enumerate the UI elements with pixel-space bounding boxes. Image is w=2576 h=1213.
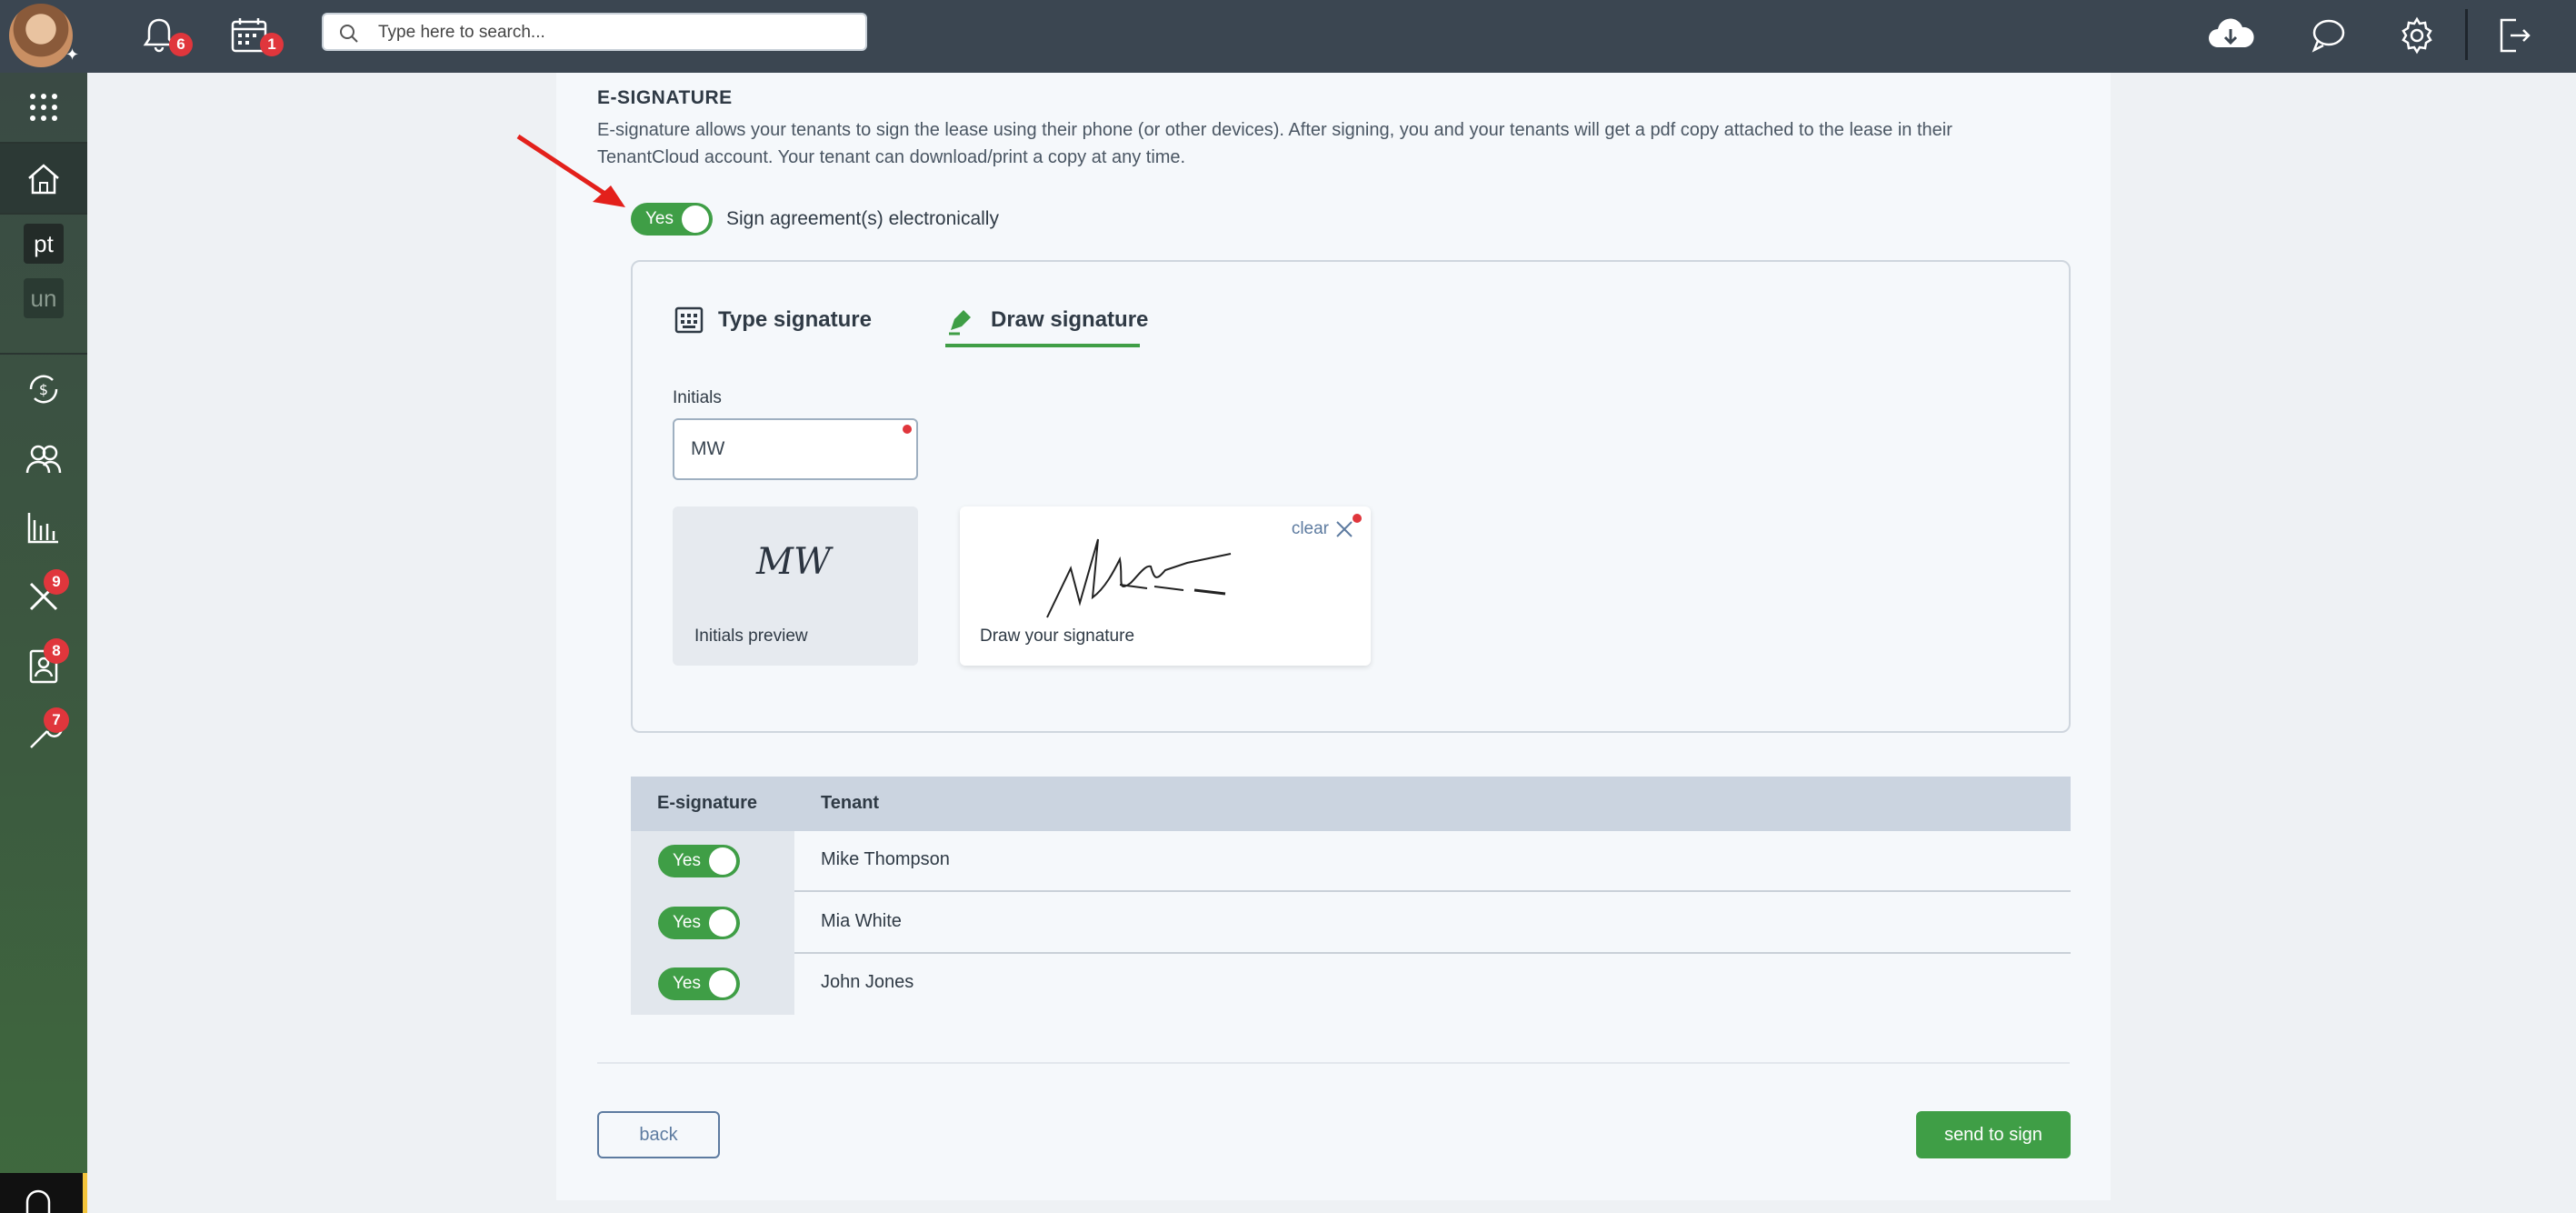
svg-text:$: $	[39, 381, 48, 398]
esign-toggle-text: Sign agreement(s) electronically	[726, 208, 999, 229]
tenant-name: Mike Thompson	[821, 849, 950, 869]
esignature-title: E-SIGNATURE	[597, 87, 733, 108]
table-header: E-signature Tenant	[631, 777, 2071, 831]
initials-label: Initials	[673, 388, 722, 407]
sidebar-item-applications[interactable]: 8	[0, 631, 87, 700]
initials-preview: MW Initials preview	[673, 506, 918, 666]
cloud-download-icon[interactable]	[2205, 13, 2254, 58]
sidebar-item-tools[interactable]: 7	[0, 700, 87, 769]
tenant-esign-toggle-label: Yes	[673, 851, 701, 870]
tenant-esign-toggle-label: Yes	[673, 913, 701, 932]
sidebar-item-maintenance[interactable]: 9	[0, 562, 87, 631]
toggle-knob	[709, 970, 736, 997]
search-box[interactable]	[322, 13, 867, 51]
tools-badge: 7	[44, 707, 69, 733]
money-cycle-icon: $	[29, 375, 58, 404]
pin-icon: ✦	[65, 45, 80, 64]
calendar-badge: 1	[260, 33, 284, 56]
bar-chart-icon	[27, 513, 58, 544]
chat-icon[interactable]	[2305, 13, 2351, 58]
required-indicator	[903, 425, 912, 434]
search-input[interactable]	[378, 20, 851, 45]
pen-icon	[949, 310, 971, 336]
clear-label: clear	[1291, 519, 1329, 538]
active-tab-indicator	[945, 344, 1140, 347]
footer-divider	[597, 1062, 2070, 1064]
tenant-esign-toggle[interactable]: Yes	[658, 967, 740, 1000]
back-button[interactable]: back	[597, 1111, 720, 1158]
draw-signature-caption: Draw your signature	[980, 627, 1135, 646]
required-indicator	[1353, 514, 1362, 523]
esign-toggle[interactable]: Yes	[631, 203, 713, 236]
maintenance-badge: 9	[44, 569, 69, 595]
bell-icon[interactable]: 6	[136, 13, 193, 58]
gear-icon[interactable]	[2394, 13, 2440, 58]
tag-un: un	[24, 278, 64, 318]
support-button[interactable]	[0, 1173, 87, 1213]
header-esignature: E-signature	[657, 793, 758, 813]
row-divider	[794, 890, 2071, 892]
clear-signature-button[interactable]: clear	[1292, 519, 1354, 539]
tenant-name: Mia White	[821, 911, 902, 931]
toggle-knob	[682, 206, 709, 233]
initials-preview-text: MW	[756, 541, 832, 583]
table-row: Yes Mike Thompson	[631, 831, 2071, 892]
house-icon	[28, 164, 59, 195]
headset-icon	[25, 1189, 51, 1213]
search-icon	[340, 25, 358, 43]
tenant-esign-toggle[interactable]: Yes	[658, 907, 740, 939]
draw-signature-pad[interactable]: clear Draw your signature	[960, 506, 1371, 666]
sidebar-item-reports[interactable]	[0, 493, 87, 562]
table-row: Yes Mia White	[631, 893, 2071, 954]
sidebar-item-payments[interactable]: $	[0, 355, 87, 424]
sidebar-item-tag-pt[interactable]: pt	[0, 216, 87, 271]
user-avatar[interactable]	[9, 4, 73, 67]
tenant-esign-toggle-label: Yes	[673, 974, 701, 993]
tenant-esign-toggle[interactable]: Yes	[658, 845, 740, 877]
top-bar: ✦ 6 1	[0, 0, 2576, 73]
topbar-divider	[2465, 9, 2468, 60]
toggle-knob	[709, 847, 736, 875]
sidebar-item-tag-un[interactable]: un	[0, 271, 87, 326]
applications-badge: 8	[44, 638, 69, 664]
table-row: Yes John Jones	[631, 954, 2071, 1015]
esign-toggle-label: Yes	[645, 209, 674, 228]
sidebar-divider	[0, 213, 87, 215]
send-to-sign-button[interactable]: send to sign	[1916, 1111, 2071, 1158]
close-icon	[1336, 521, 1353, 537]
tag-pt: pt	[24, 224, 64, 264]
calendar-icon[interactable]: 1	[227, 13, 284, 58]
keyboard-icon	[674, 306, 704, 334]
initials-preview-caption: Initials preview	[694, 627, 808, 646]
notifications-badge: 6	[169, 33, 193, 56]
grid-icon	[30, 94, 57, 121]
tab-draw-signature-label: Draw signature	[991, 307, 1149, 332]
toggle-knob	[709, 909, 736, 937]
tab-draw-signature[interactable]: Draw signature	[945, 297, 1148, 343]
users-icon	[25, 445, 62, 474]
sidebar-item-apps[interactable]	[0, 73, 87, 142]
sidebar-item-contacts[interactable]	[0, 424, 87, 493]
sidebar-item-properties[interactable]	[0, 144, 87, 213]
initials-input[interactable]	[673, 418, 918, 480]
tab-type-signature[interactable]: Type signature	[674, 297, 872, 343]
logout-icon[interactable]	[2491, 13, 2536, 58]
sidebar: pt un $ 9 8 7	[0, 73, 87, 1213]
header-tenant: Tenant	[821, 793, 880, 813]
tab-type-signature-label: Type signature	[718, 307, 872, 332]
tenant-name: John Jones	[821, 972, 914, 992]
red-arrow-annotation	[516, 134, 625, 207]
esignature-description: E-signature allows your tenants to sign …	[597, 120, 1952, 167]
